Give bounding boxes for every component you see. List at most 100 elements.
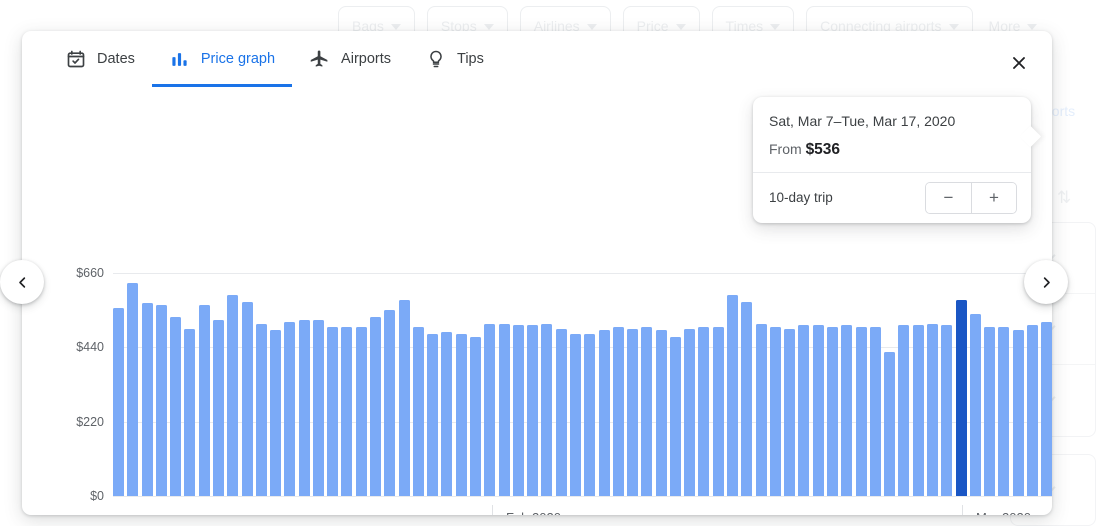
chart-bar[interactable] [327, 327, 339, 496]
chart-bar[interactable] [712, 327, 724, 496]
trip-length-label: 10-day trip [769, 190, 833, 206]
chart-bar[interactable] [941, 325, 953, 496]
chart-bar[interactable] [912, 325, 924, 496]
chart-bar[interactable] [926, 323, 938, 496]
chart-bar[interactable] [741, 301, 753, 496]
chevron-down-icon [586, 24, 597, 30]
chart-bar[interactable] [455, 333, 467, 496]
x-axis-tick [962, 505, 963, 515]
chart-bar[interactable] [412, 327, 424, 496]
y-axis-tick-label: $220 [76, 414, 104, 429]
chart-bar[interactable] [155, 305, 167, 496]
chevron-down-icon [675, 24, 686, 30]
chart-bar[interactable] [227, 294, 239, 496]
chart-bar[interactable] [555, 328, 567, 496]
calendar-check-icon [65, 49, 86, 70]
chart-bar[interactable] [855, 327, 867, 496]
chevron-down-icon [483, 24, 494, 30]
chart-bar[interactable] [569, 333, 581, 496]
chart-bar[interactable] [355, 327, 367, 496]
close-button[interactable] [999, 43, 1039, 83]
chart-bar-selected[interactable] [955, 300, 967, 496]
chart-bar[interactable] [184, 328, 196, 496]
chart-bar[interactable] [498, 323, 510, 496]
chart-bar[interactable] [470, 337, 481, 496]
tooltip-price-line: From $536 [769, 141, 1015, 159]
tooltip-date-range: Sat, Mar 7–Tue, Mar 17, 2020 [769, 113, 956, 129]
increment-trip-length-button[interactable]: + [971, 182, 1016, 213]
chart-bar[interactable] [612, 327, 624, 496]
chart-bar[interactable] [655, 330, 667, 496]
chart-bar[interactable] [370, 316, 382, 496]
chart-bar[interactable] [727, 294, 739, 496]
chart-bar[interactable] [484, 323, 496, 496]
chart-bar[interactable] [241, 301, 253, 496]
chart-bar[interactable] [841, 325, 853, 496]
chart-bar[interactable] [527, 325, 539, 496]
chart-bar[interactable] [441, 332, 453, 496]
chart-bar[interactable] [698, 327, 710, 496]
tab-label: Airports [341, 51, 392, 67]
chart-bar[interactable] [998, 327, 1010, 496]
tab-airports[interactable]: Airports [292, 31, 408, 87]
tab-tips[interactable]: Tips [408, 31, 501, 87]
chart-bar[interactable] [1026, 325, 1038, 496]
chart-bars [113, 273, 1052, 496]
chart-bar[interactable] [884, 352, 896, 496]
chevron-down-icon [390, 24, 401, 30]
chart-bar[interactable] [341, 327, 353, 496]
chart-bar[interactable] [127, 283, 139, 496]
chart-bar[interactable] [869, 327, 881, 496]
chart-bar[interactable] [312, 320, 324, 496]
chart-bar[interactable] [198, 305, 210, 496]
chart-bar[interactable] [669, 337, 681, 496]
chart-bar[interactable] [512, 325, 524, 496]
chart-bar[interactable] [627, 328, 639, 496]
next-dates-button[interactable] [1024, 260, 1068, 304]
tab-label: Dates [97, 51, 135, 67]
chart-bar[interactable] [898, 325, 910, 496]
decrement-trip-length-button[interactable]: − [926, 182, 971, 213]
chart-bar[interactable] [598, 330, 610, 496]
chart-bar[interactable] [541, 323, 553, 496]
y-axis-tick-label: $660 [76, 266, 104, 280]
chart-bar[interactable] [769, 327, 781, 496]
chart-bar[interactable] [798, 325, 810, 496]
tab-price-graph[interactable]: Price graph [151, 31, 293, 87]
chart-bar[interactable] [298, 320, 310, 496]
chart-bar[interactable] [584, 333, 596, 496]
chart-bar[interactable] [827, 327, 838, 496]
sort-arrows-icon[interactable]: ⇅ [1057, 188, 1071, 208]
chart-bar[interactable] [141, 303, 153, 496]
tab-dates[interactable]: Dates [48, 31, 152, 87]
chart-bar[interactable] [784, 328, 796, 496]
chart-bar[interactable] [641, 327, 653, 496]
chart-bar[interactable] [284, 322, 296, 496]
chart-bar[interactable] [427, 333, 439, 496]
chart-bar[interactable] [684, 328, 696, 496]
x-axis: Feb 2020 Mar 2020 [22, 505, 1052, 515]
price-tooltip: Sat, Mar 7–Tue, Mar 17, 2020 From $536 1… [753, 97, 1042, 223]
airplane-icon [309, 49, 330, 70]
chart-bar[interactable] [398, 300, 410, 496]
chart-bar[interactable] [984, 327, 996, 496]
chart-bar[interactable] [755, 323, 767, 496]
chart-bar[interactable] [270, 330, 282, 496]
tooltip-price-value: $536 [805, 140, 841, 158]
trip-length-stepper: − + [925, 181, 1017, 214]
dialog-tabbar: Dates Price graph Airports Tips [22, 31, 1052, 87]
chart-bar[interactable] [1041, 322, 1052, 496]
chart-bar[interactable] [969, 313, 981, 496]
lightbulb-icon [425, 49, 446, 70]
chart-bar[interactable] [812, 325, 824, 496]
chart-bar[interactable] [1012, 330, 1024, 496]
chart-bar[interactable] [170, 316, 182, 496]
chart-bar[interactable] [384, 310, 396, 496]
x-axis-tick-label: Feb 2020 [506, 510, 561, 515]
chart-bar[interactable] [113, 308, 124, 496]
chart-bar[interactable] [212, 320, 224, 496]
previous-dates-button[interactable] [0, 260, 44, 304]
screen: Bags Stops Airlines Price Times Connecti… [0, 0, 1118, 526]
chevron-down-icon [948, 24, 959, 30]
chart-bar[interactable] [255, 323, 267, 496]
